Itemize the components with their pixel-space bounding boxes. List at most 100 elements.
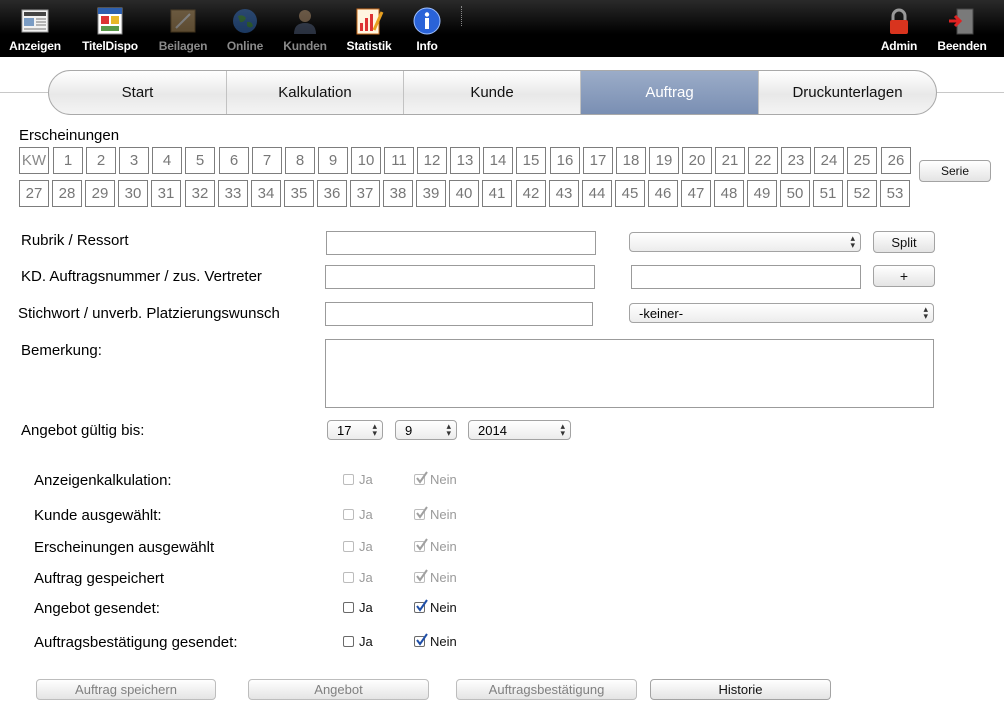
week-box[interactable]: 5 [185,147,215,174]
tab-auftrag[interactable]: Auftrag [581,71,759,114]
tab-druckunterlagen[interactable]: Druckunterlagen [759,71,936,114]
week-box[interactable]: 42 [516,180,546,207]
tab-kalkulation[interactable]: Kalkulation [227,71,404,114]
week-box[interactable]: 49 [747,180,777,207]
confirmation-button[interactable]: Auftragsbestätigung [456,679,637,700]
bemerkung-textarea[interactable] [325,339,934,408]
week-box[interactable]: 10 [351,147,381,174]
week-box[interactable]: 26 [881,147,911,174]
week-box[interactable]: 11 [384,147,414,174]
nein-checkbox[interactable] [414,471,428,485]
week-box[interactable]: 32 [185,180,215,207]
stichwort-input[interactable] [325,302,593,326]
tab-start[interactable]: Start [49,71,227,114]
week-box[interactable]: 7 [252,147,282,174]
vertreter-input[interactable] [631,265,861,289]
history-button[interactable]: Historie [650,679,831,700]
week-box[interactable]: 14 [483,147,513,174]
week-box[interactable]: 44 [582,180,612,207]
week-box[interactable]: 52 [847,180,877,207]
ja-checkbox[interactable] [343,602,354,613]
ja-checkbox[interactable] [343,474,354,485]
nein-checkbox[interactable] [414,538,428,552]
toolbar-titeldispo-button[interactable]: TitelDispo [75,0,145,57]
week-box[interactable]: 6 [219,147,249,174]
ja-checkbox[interactable] [343,636,354,647]
year-select[interactable]: 2014 ▴ ▾ [468,420,571,440]
toolbar-beenden-button[interactable]: Beenden [927,0,997,57]
toolbar-admin-button[interactable]: Admin [864,0,934,57]
status-row-label: Erscheinungen ausgewählt [34,539,215,556]
week-box[interactable]: 21 [715,147,745,174]
toolbar-kunden-button[interactable]: Kunden [270,0,340,57]
week-box[interactable]: 41 [482,180,512,207]
toolbar-anzeigen-button[interactable]: Anzeigen [0,0,70,57]
toolbar-titeldispo-label: TitelDispo [82,39,138,53]
week-box[interactable]: 19 [649,147,679,174]
nein-checkbox[interactable] [414,569,428,583]
week-box[interactable]: 12 [417,147,447,174]
rubrik-input[interactable] [326,231,596,255]
toolbar-beilagen-button[interactable]: Beilagen [148,0,218,57]
week-box[interactable]: 53 [880,180,910,207]
week-box[interactable]: 1 [53,147,83,174]
week-box[interactable]: 15 [516,147,546,174]
week-box[interactable]: 18 [616,147,646,174]
platzierung-select[interactable]: -keiner- ▴ ▾ [629,303,934,323]
week-box[interactable]: 8 [285,147,315,174]
auftragsnummer-input[interactable] [325,265,595,289]
week-box[interactable]: 39 [416,180,446,207]
offer-button[interactable]: Angebot [248,679,429,700]
week-box[interactable]: 45 [615,180,645,207]
tab-kunde[interactable]: Kunde [404,71,581,114]
week-box[interactable]: 30 [118,180,148,207]
week-box[interactable]: 40 [449,180,479,207]
status-row-label: Anzeigenkalkulation: [34,472,172,489]
week-box[interactable]: 22 [748,147,778,174]
week-box[interactable]: 20 [682,147,712,174]
week-box[interactable]: 29 [85,180,115,207]
week-box[interactable]: 25 [847,147,877,174]
week-box[interactable]: 13 [450,147,480,174]
week-box[interactable]: 35 [284,180,314,207]
nein-checkbox[interactable] [414,506,428,520]
week-box[interactable]: 17 [583,147,613,174]
week-box[interactable]: 2 [86,147,116,174]
week-box[interactable]: 16 [550,147,580,174]
week-box[interactable]: 23 [781,147,811,174]
ja-checkbox[interactable] [343,509,354,520]
week-box[interactable]: 51 [813,180,843,207]
toolbar-info-button[interactable]: Info [392,0,462,57]
nein-label: Nein [430,570,457,585]
week-box[interactable]: 9 [318,147,348,174]
ja-checkbox[interactable] [343,572,354,583]
month-select[interactable]: 9 ▴ ▾ [395,420,457,440]
save-order-button[interactable]: Auftrag speichern [36,679,216,700]
week-box[interactable]: 48 [714,180,744,207]
week-box[interactable]: 4 [152,147,182,174]
globe-icon [233,9,257,33]
ja-checkbox[interactable] [343,541,354,552]
week-box[interactable]: 47 [681,180,711,207]
week-box[interactable]: 3 [119,147,149,174]
day-select[interactable]: 17 ▴ ▾ [327,420,383,440]
nein-checkbox[interactable] [414,599,428,613]
week-box[interactable]: 34 [251,180,281,207]
week-box[interactable]: 24 [814,147,844,174]
week-box[interactable]: 27 [19,180,49,207]
week-box[interactable]: 31 [151,180,181,207]
serie-button[interactable]: Serie [919,160,991,182]
week-box[interactable]: 38 [383,180,413,207]
nein-checkbox[interactable] [414,633,428,647]
week-box[interactable]: 28 [52,180,82,207]
ressort-select[interactable]: ▴ ▾ [629,232,861,252]
week-box[interactable]: 33 [218,180,248,207]
split-button[interactable]: Split [873,231,935,253]
week-box[interactable]: 43 [549,180,579,207]
week-box[interactable]: 36 [317,180,347,207]
week-box[interactable]: 37 [350,180,380,207]
week-box[interactable]: 46 [648,180,678,207]
week-box[interactable]: 50 [780,180,810,207]
add-vertreter-button[interactable]: + [873,265,935,287]
month-value: 9 [405,422,413,438]
